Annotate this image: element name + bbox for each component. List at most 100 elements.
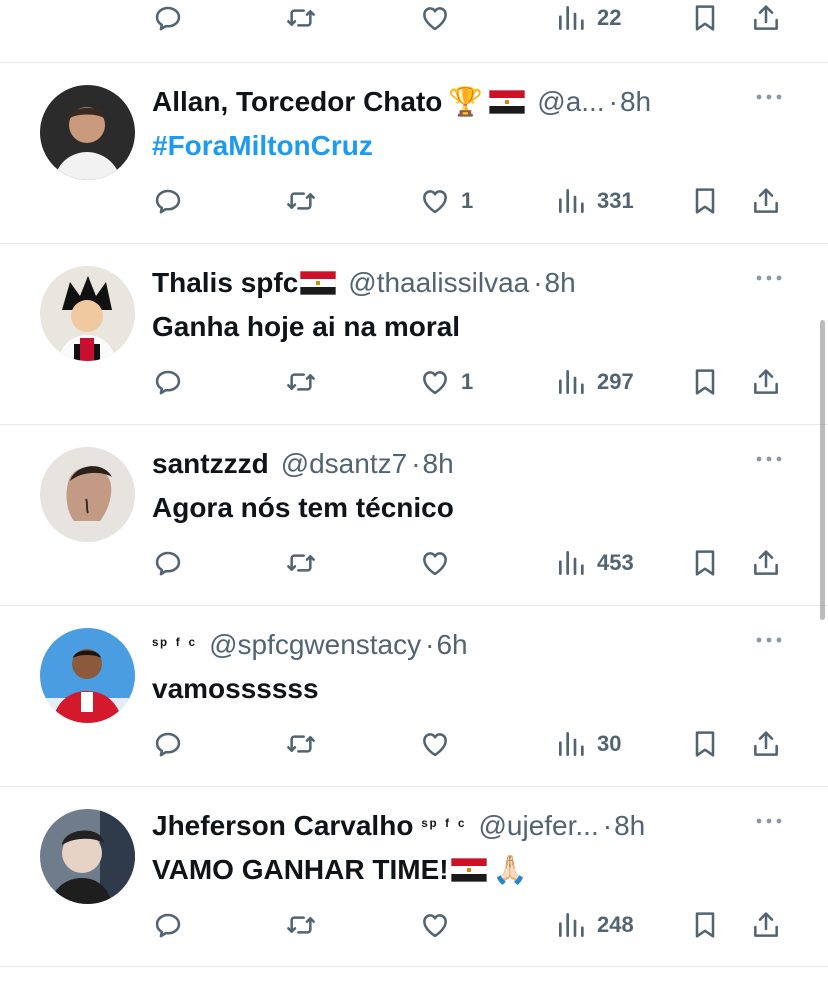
- post-header: Thalis spfc @thaalissilvaa · 8h: [152, 262, 756, 304]
- bookmark-icon: [689, 2, 721, 34]
- like-button[interactable]: 1: [419, 362, 473, 402]
- bookmark-button[interactable]: [689, 905, 721, 945]
- views-button[interactable]: 248: [555, 905, 634, 945]
- reply-icon: [152, 909, 184, 941]
- reply-button[interactable]: [152, 181, 184, 221]
- retweet-button[interactable]: [285, 905, 317, 945]
- post-time[interactable]: 8h: [423, 443, 454, 485]
- reply-button[interactable]: [152, 0, 184, 38]
- post-time[interactable]: 8h: [545, 262, 576, 304]
- like-button[interactable]: [419, 905, 451, 945]
- user-handle[interactable]: @thaalissilvaa: [348, 262, 529, 304]
- retweet-button[interactable]: [285, 543, 317, 583]
- post-time[interactable]: 6h: [436, 624, 467, 666]
- retweet-button[interactable]: [285, 0, 317, 38]
- post-time[interactable]: 8h: [620, 81, 651, 123]
- post-actions: 30: [0, 724, 828, 764]
- retweet-button[interactable]: [285, 362, 317, 402]
- views-icon: [555, 366, 587, 398]
- post-item[interactable]: Allan, Torcedor Chato 🏆 @a... · 8h #Fora…: [0, 62, 828, 243]
- views-count: 453: [597, 550, 634, 575]
- more-icon: [754, 268, 784, 288]
- post-actions: 1 297: [0, 362, 828, 402]
- user-handle[interactable]: @ujefer...: [478, 805, 598, 847]
- like-button[interactable]: [419, 543, 451, 583]
- scrollbar[interactable]: [820, 320, 825, 620]
- avatar[interactable]: [40, 628, 135, 723]
- post-text[interactable]: #ForaMiltonCruz: [152, 125, 373, 167]
- views-count: 22: [597, 5, 622, 30]
- more-button[interactable]: [754, 449, 784, 469]
- views-button[interactable]: 30: [555, 724, 621, 764]
- display-name[interactable]: ˢᵖ ᶠ ᶜ: [152, 624, 197, 666]
- share-button[interactable]: [750, 0, 782, 38]
- display-name[interactable]: Allan, Torcedor Chato: [152, 81, 442, 123]
- views-button[interactable]: 331: [555, 181, 634, 221]
- post-header: Jheferson Carvalho ˢᵖ ᶠ ᶜ @ujefer... · 8…: [152, 805, 756, 847]
- bookmark-button[interactable]: [689, 362, 721, 402]
- retweet-icon: [285, 547, 317, 579]
- display-name[interactable]: Jheferson Carvalho: [152, 805, 413, 847]
- bookmark-button[interactable]: [689, 0, 721, 38]
- like-button[interactable]: [419, 0, 451, 38]
- reply-button[interactable]: [152, 905, 184, 945]
- display-name[interactable]: santzzzd: [152, 443, 269, 485]
- more-button[interactable]: [754, 811, 784, 831]
- post-text[interactable]: vamossssss: [152, 668, 319, 710]
- separator-dot: ·: [425, 629, 435, 660]
- more-button[interactable]: [754, 87, 784, 107]
- more-button[interactable]: [754, 630, 784, 650]
- share-button[interactable]: [750, 181, 782, 221]
- post-item[interactable]: ˢᵖ ᶠ ᶜ @spfcgwenstacy · 6h vamossssss 30: [0, 605, 828, 786]
- bookmark-button[interactable]: [689, 724, 721, 764]
- more-button[interactable]: [754, 268, 784, 288]
- post-item[interactable]: Jheferson Carvalho ˢᵖ ᶠ ᶜ @ujefer... · 8…: [0, 786, 828, 967]
- views-button[interactable]: 453: [555, 543, 634, 583]
- reply-button[interactable]: [152, 543, 184, 583]
- trophy-emoji: 🏆: [448, 86, 484, 117]
- display-name-suffix: ˢᵖ ᶠ ᶜ: [421, 816, 467, 835]
- share-button[interactable]: [750, 724, 782, 764]
- share-icon: [750, 2, 782, 34]
- retweet-button[interactable]: [285, 181, 317, 221]
- post-text-line: VAMO GANHAR TIME! 🙏🏻: [152, 849, 527, 891]
- display-name[interactable]: Thalis spfc: [152, 262, 298, 304]
- more-icon: [754, 449, 784, 469]
- post-text[interactable]: VAMO GANHAR TIME!: [152, 849, 449, 891]
- retweet-icon: [285, 366, 317, 398]
- user-handle[interactable]: @dsantz7: [281, 443, 408, 485]
- share-icon: [750, 909, 782, 941]
- post-text[interactable]: Agora nós tem técnico: [152, 487, 454, 529]
- post-item[interactable]: Thalis spfc @thaalissilvaa · 8h Ganha ho…: [0, 243, 828, 424]
- share-button[interactable]: [750, 362, 782, 402]
- reply-button[interactable]: [152, 724, 184, 764]
- like-icon: [419, 2, 451, 34]
- post-time[interactable]: 8h: [614, 805, 645, 847]
- share-icon: [750, 185, 782, 217]
- bookmark-button[interactable]: [689, 543, 721, 583]
- like-icon: [419, 547, 451, 579]
- avatar[interactable]: [40, 266, 135, 361]
- avatar[interactable]: [40, 85, 135, 180]
- bookmark-icon: [689, 547, 721, 579]
- retweet-button[interactable]: [285, 724, 317, 764]
- user-handle[interactable]: @a...: [537, 81, 604, 123]
- views-button[interactable]: 297: [555, 362, 634, 402]
- flag-icon: [300, 271, 336, 295]
- post-text[interactable]: Ganha hoje ai na moral: [152, 306, 460, 348]
- user-handle[interactable]: @spfcgwenstacy: [209, 624, 421, 666]
- post-item[interactable]: santzzzd @dsantz7 · 8h Agora nós tem téc…: [0, 424, 828, 605]
- avatar[interactable]: [40, 447, 135, 542]
- like-button[interactable]: 1: [419, 181, 473, 221]
- share-button[interactable]: [750, 543, 782, 583]
- post-actions: 248: [0, 905, 828, 945]
- retweet-icon: [285, 909, 317, 941]
- views-icon: [555, 547, 587, 579]
- partial-post-actions: 22: [0, 0, 828, 40]
- views-button[interactable]: 22: [555, 0, 621, 38]
- bookmark-button[interactable]: [689, 181, 721, 221]
- like-button[interactable]: [419, 724, 451, 764]
- share-button[interactable]: [750, 905, 782, 945]
- avatar[interactable]: [40, 809, 135, 904]
- reply-button[interactable]: [152, 362, 184, 402]
